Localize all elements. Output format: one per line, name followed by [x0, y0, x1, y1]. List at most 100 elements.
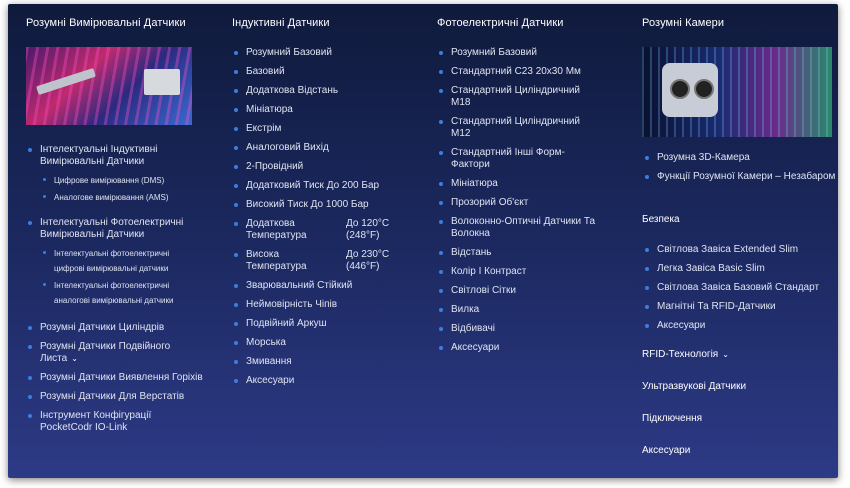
menu-item-3d-camera[interactable]: Розумна 3D-Камера — [645, 152, 837, 164]
column-photoelectric-sensors: Фотоелектричні Датчики Розумний Базовий С… — [437, 4, 627, 361]
bullet-icon — [28, 148, 32, 152]
heading-rfid[interactable]: RFID-Технологія ⌄ — [642, 349, 729, 360]
inductive-item[interactable]: Базовий — [234, 66, 406, 78]
inductive-item-extra-temp[interactable]: Додаткова Температура До 120°C (248°F) — [234, 218, 406, 242]
menu-item-safety-accessories[interactable]: Аксесуари — [645, 320, 837, 332]
camera-body-shape — [662, 63, 718, 117]
photoelectric-item[interactable]: Прозорий Об'єкт — [439, 197, 597, 209]
photoelectric-item[interactable]: Аксесуари — [439, 342, 597, 354]
3d-camera-image[interactable] — [642, 47, 832, 137]
menu-item-cylinder-sensors[interactable]: Розумні Датчики Циліндрів — [28, 322, 205, 334]
menu-item-double-sheet[interactable]: Розумні Датчики Подвійного Листа ⌄ — [28, 341, 205, 365]
inductive-item[interactable]: Мініатюра — [234, 104, 406, 116]
menu-item-pocketcodr[interactable]: Інструмент Конфігурації PocketCodr IO-Li… — [28, 410, 205, 434]
column-smart-cameras: Розумні Камери — [642, 4, 838, 33]
heading-smart-cameras[interactable]: Розумні Камери — [642, 17, 838, 33]
inductive-item[interactable]: Аксесуари — [234, 375, 406, 387]
heading-ultrasonic[interactable]: Ультразвукові Датчики — [642, 381, 746, 392]
menu-item-photoelectric-measuring[interactable]: Інтелектуальні Фотоелектричні Вимірюваль… — [28, 217, 205, 241]
menu-item-curtain-basic-slim[interactable]: Легка Завіса Basic Slim — [645, 263, 837, 275]
photoelectric-item[interactable]: Стандартний Циліндричний M18 — [439, 85, 597, 109]
menu-item-label: Інтелектуальні Індуктивні Вимірювальні Д… — [40, 144, 158, 167]
menu-item-label: Легка Завіса Basic Slim — [657, 263, 765, 274]
chevron-down-icon[interactable]: ⌄ — [722, 350, 729, 359]
menu-item-curtain-extended-slim[interactable]: Світлова Завіса Extended Slim — [645, 244, 837, 256]
mega-menu-panel: Розумні Вимірювальні Датчики Інтелектуал… — [8, 4, 838, 478]
photoelectric-item[interactable]: Колір І Контраст — [439, 266, 597, 278]
menu-item-camera-functions[interactable]: Функції Розумної Камери – Незабаром — [645, 171, 837, 183]
bullet-icon — [234, 253, 238, 257]
inductive-item[interactable]: Додаткова Відстань — [234, 85, 406, 97]
menu-item-label: Стандартний Інші Форм-Фактори — [451, 147, 565, 170]
photoelectric-item[interactable]: Стандартний Циліндричний M12 — [439, 116, 597, 140]
inductive-item-high-temp[interactable]: Висока Температура До 230°C (446°F) — [234, 249, 406, 273]
inductive-item[interactable]: Розумний Базовий — [234, 47, 406, 59]
bullet-icon — [28, 345, 32, 349]
menu-item-inductive-measuring[interactable]: Інтелектуальні Індуктивні Вимірювальні Д… — [28, 144, 205, 168]
chevron-down-icon[interactable]: ⌄ — [71, 354, 78, 363]
menu-item-label: Базовий — [246, 66, 285, 77]
menu-item-label: Подвійний Аркуш — [246, 318, 327, 329]
bullet-icon — [645, 267, 649, 271]
inductive-item[interactable]: Екстрім — [234, 123, 406, 135]
inductive-item[interactable]: Зварювальний Стійкий — [234, 280, 406, 292]
bullet-icon — [234, 70, 238, 74]
bullet-icon — [439, 308, 443, 312]
bullet-icon — [439, 201, 443, 205]
inductive-item[interactable]: Неймовірність Чіпів — [234, 299, 406, 311]
menu-item-label: Екстрім — [246, 123, 282, 134]
menu-item-label: Додаткова Температура — [246, 218, 307, 241]
photoelectric-item[interactable]: Відстань — [439, 247, 597, 259]
photoelectric-item[interactable]: Розумний Базовий — [439, 47, 597, 59]
heading-safety[interactable]: Безпека — [642, 214, 680, 225]
photoelectric-item[interactable]: Вилка — [439, 304, 597, 316]
heading-photoelectric-sensors[interactable]: Фотоелектричні Датчики — [437, 17, 627, 33]
photoelectric-item[interactable]: Стандартний Інші Форм-Фактори — [439, 147, 597, 171]
inductive-item[interactable]: Додатковий Тиск До 200 Бар — [234, 180, 406, 192]
menu-item-label: Колір І Контраст — [451, 266, 527, 277]
bullet-icon — [645, 305, 649, 309]
inductive-item[interactable]: 2-Провідний — [234, 161, 406, 173]
bullet-icon — [43, 283, 46, 286]
bullet-icon — [234, 379, 238, 383]
menu-item-label: Волоконно-Оптичні Датчики Та Волокна — [451, 216, 596, 239]
bullet-icon — [439, 70, 443, 74]
menu-item-curtain-basic-standard[interactable]: Світлова Завіса Базовий Стандарт — [645, 282, 837, 294]
menu-item-machine-tool[interactable]: Розумні Датчики Для Верстатів — [28, 391, 205, 403]
heading-connection[interactable]: Підключення — [642, 413, 702, 424]
submenu-item-analog-ams[interactable]: Аналогове вимірювання (AMS) — [43, 190, 205, 205]
menu-item-label: Розумний Базовий — [451, 47, 537, 58]
menu-item-nut-detection[interactable]: Розумні Датчики Виявлення Горіхів — [28, 372, 205, 384]
inductive-item[interactable]: Аналоговий Вихід — [234, 142, 406, 154]
photoelectric-item[interactable]: Світлові Сітки — [439, 285, 597, 297]
inductive-item[interactable]: Змивання — [234, 356, 406, 368]
inductive-item[interactable]: Подвійний Аркуш — [234, 318, 406, 330]
column-smart-measuring-sensors: Розумні Вимірювальні Датчики — [26, 4, 206, 33]
heading-accessories[interactable]: Аксесуари — [642, 445, 690, 456]
menu-item-label: Аналоговий Вихід — [246, 142, 329, 153]
bullet-icon — [439, 289, 443, 293]
submenu-item-photo-analog[interactable]: Інтелектуальні фотоелектричні аналогові … — [43, 278, 184, 308]
photoelectric-item[interactable]: Мініатюра — [439, 178, 597, 190]
temperature-row: Додаткова Температура До 120°C (248°F) — [246, 218, 406, 242]
heading-inductive-sensors[interactable]: Індуктивні Датчики — [232, 17, 422, 33]
photoelectric-item[interactable]: Відбивачі — [439, 323, 597, 335]
submenu-item-digital-dms[interactable]: Цифрове вимірювання (DMS) — [43, 173, 205, 188]
heading-smart-measuring-sensors[interactable]: Розумні Вимірювальні Датчики — [26, 17, 206, 33]
submenu-item-photo-digital[interactable]: Інтелектуальні фотоелектричні цифрові ви… — [43, 246, 184, 276]
menu-item-magnetic-rfid[interactable]: Магнітні Та RFID-Датчики — [645, 301, 837, 313]
menu-item-label: Інструмент Конфігурації PocketCodr IO-Li… — [40, 410, 152, 433]
bullet-icon — [439, 346, 443, 350]
menu-item-label: Відбивачі — [451, 323, 496, 334]
menu-item-label: Мініатюра — [451, 178, 498, 189]
bullet-icon — [234, 89, 238, 93]
sensor-product-image[interactable] — [26, 47, 192, 125]
bullet-icon — [43, 178, 46, 181]
inductive-item[interactable]: Морська — [234, 337, 406, 349]
bullet-icon — [645, 175, 649, 179]
photoelectric-item[interactable]: Стандартний C23 20x30 Мм — [439, 66, 597, 78]
menu-item-label: Стандартний Циліндричний M18 — [451, 85, 581, 108]
photoelectric-item[interactable]: Волоконно-Оптичні Датчики Та Волокна — [439, 216, 597, 240]
menu-item-label: Розумні Датчики Подвійного Листа — [40, 341, 171, 364]
inductive-item[interactable]: Високий Тиск До 1000 Бар — [234, 199, 406, 211]
